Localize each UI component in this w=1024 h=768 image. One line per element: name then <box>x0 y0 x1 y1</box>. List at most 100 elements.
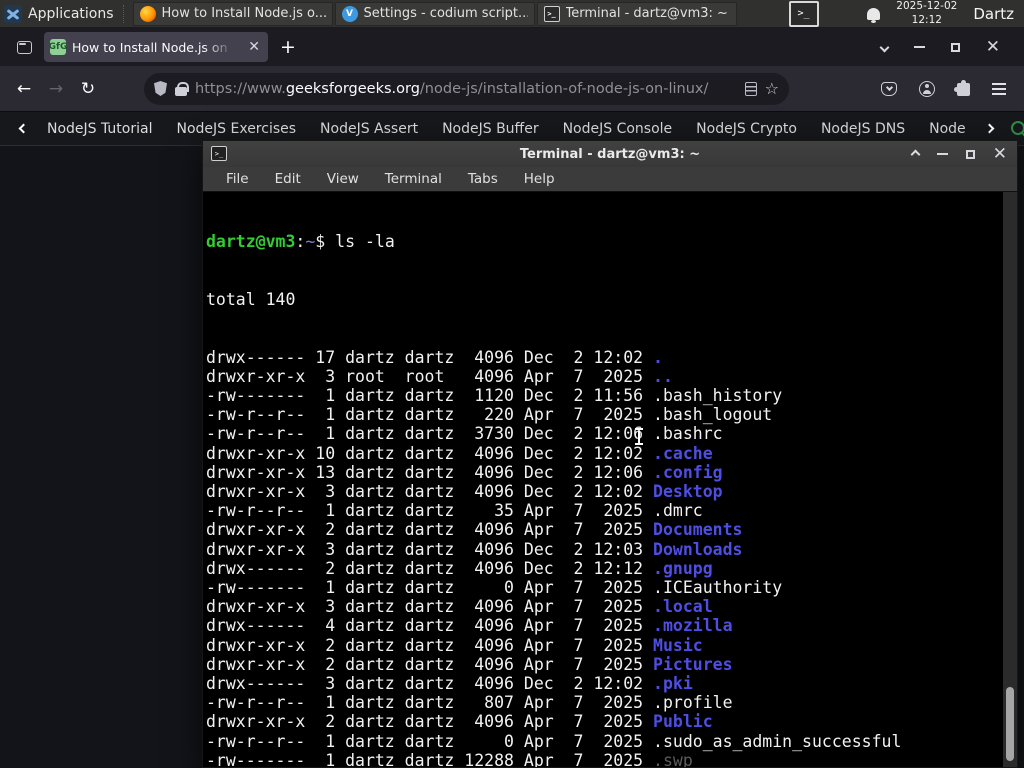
tracking-protection-shield-icon[interactable] <box>154 81 167 96</box>
terminal-filename: .ICEauthority <box>653 578 783 598</box>
terminal-menubar: File Edit View Terminal Tabs Help <box>203 167 1017 192</box>
tab-close-icon[interactable]: ✕ <box>246 39 262 55</box>
close-icon[interactable]: ✕ <box>986 38 1000 56</box>
browser-tab-active[interactable]: GfG How to Install Node.js on ✕ <box>44 32 268 62</box>
extensions-icon[interactable] <box>954 80 970 96</box>
terminal-output[interactable]: dartz@vm3:~$ ls -la total 140 drwx------… <box>203 192 1017 767</box>
account-icon[interactable] <box>919 80 935 97</box>
terminal-line-columns: drwx------ 3 dartz dartz 4096 Dec 2 12:0… <box>206 674 654 694</box>
subnav-item[interactable]: NodeJS Assert <box>308 121 430 137</box>
list-all-tabs-icon[interactable] <box>879 42 890 52</box>
panel-window-button-codium[interactable]: V Settings - codium script... <box>334 1 535 26</box>
terminal-filename: Downloads <box>653 539 743 559</box>
terminal-filename: .mozilla <box>653 616 733 636</box>
terminal-menu-terminal[interactable]: Terminal <box>372 171 455 187</box>
terminal-prompt-line: dartz@vm3:~$ ls -la <box>206 232 1001 251</box>
terminal-menu-tabs[interactable]: Tabs <box>455 171 511 187</box>
terminal-titlebar[interactable]: >_ Terminal - dartz@vm3: ~ ✕ <box>203 141 1017 167</box>
subnav-item[interactable]: NodeJS Tutorial <box>35 121 164 137</box>
tab-bar: GfG How to Install Node.js on ✕ + ✕ <box>0 28 1024 66</box>
https-lock-icon[interactable] <box>175 81 189 96</box>
terminal-menu-file[interactable]: File <box>213 171 262 187</box>
pocket-icon[interactable] <box>881 81 897 96</box>
minimize-icon[interactable] <box>913 46 925 48</box>
pocket-chevron-icon <box>885 83 893 92</box>
terminal-line-columns: drwx------ 17 dartz dartz 4096 Dec 2 12:… <box>206 347 654 367</box>
panel-window-button-terminal[interactable]: >_ Terminal - dartz@vm3: ~ <box>536 1 737 26</box>
terminal-line: drwxr-xr-x 3 dartz dartz 4096 Apr 7 2025… <box>206 597 1001 616</box>
panel-window-button-label: How to Install Node.js o... <box>161 6 326 21</box>
menu-hamburger-icon[interactable] <box>992 82 1006 95</box>
new-tab-button[interactable]: + <box>280 36 296 58</box>
terminal-line-columns: -rw-r--r-- 1 dartz dartz 220 Apr 7 2025 <box>206 405 654 425</box>
applications-label: Applications <box>28 5 114 22</box>
terminal-line-columns: drwxr-xr-x 2 dartz dartz 4096 Apr 7 2025 <box>206 654 654 674</box>
terminal-scrollbar-thumb[interactable] <box>1006 687 1014 761</box>
firefox-view-button[interactable] <box>10 34 38 60</box>
url-text[interactable]: https://www.geeksforgeeks.org/node-js/in… <box>195 81 737 97</box>
reload-button[interactable]: ↻ <box>72 73 104 105</box>
terminal-filename: .bash_logout <box>653 405 773 425</box>
url-bar[interactable]: https://www.geeksforgeeks.org/node-js/in… <box>144 72 789 105</box>
terminal-line: -rw-r--r-- 1 dartz dartz 0 Apr 7 2025 .s… <box>206 732 1001 751</box>
shade-icon[interactable] <box>910 149 921 159</box>
terminal-scrollbar[interactable] <box>1003 192 1017 767</box>
subnav-item[interactable]: NodeJS DNS <box>809 121 917 137</box>
url-scheme: https://www. <box>195 80 286 97</box>
panel-terminal-launcher-icon[interactable]: >_ <box>788 0 819 27</box>
terminal-menu-edit[interactable]: Edit <box>262 171 314 187</box>
terminal-line-columns: -rw-r--r-- 1 dartz dartz 35 Apr 7 2025 <box>206 501 654 521</box>
tab-title: How to Install Node.js on <box>72 39 228 55</box>
terminal-line: drwxr-xr-x 2 dartz dartz 4096 Apr 7 2025… <box>206 636 1001 655</box>
applications-menu-button[interactable]: Applications <box>0 0 120 27</box>
subnav-item[interactable]: Node <box>917 121 978 137</box>
terminal-line: -rw-r--r-- 1 dartz dartz 807 Apr 7 2025 … <box>206 693 1001 712</box>
close-icon[interactable]: ✕ <box>993 145 1007 163</box>
prompt-command: $ ls -la <box>315 232 395 252</box>
nav-scroll-left-button[interactable] <box>12 123 35 134</box>
terminal-line-columns: -rw------- 1 dartz dartz 0 Apr 7 2025 <box>206 578 654 598</box>
panel-username[interactable]: Dartz <box>973 5 1014 23</box>
minimize-icon[interactable] <box>936 153 948 155</box>
terminal-line: drwx------ 2 dartz dartz 4096 Dec 2 12:1… <box>206 559 1001 578</box>
terminal-line: drwxr-xr-x 13 dartz dartz 4096 Dec 2 12:… <box>206 463 1001 482</box>
firefox-icon <box>139 5 156 22</box>
terminal-menu-help[interactable]: Help <box>511 171 568 187</box>
terminal-line-columns: -rw-r--r-- 1 dartz dartz 0 Apr 7 2025 <box>206 731 654 751</box>
panel-clock[interactable]: 2025-12-02 12:12 <box>896 0 957 26</box>
terminal-line: drwx------ 3 dartz dartz 4096 Dec 2 12:0… <box>206 674 1001 693</box>
terminal-menu-view[interactable]: View <box>314 171 372 187</box>
terminal-window: >_ Terminal - dartz@vm3: ~ ✕ File Edit Vie… <box>202 140 1018 768</box>
terminal-filename: .sudo_as_admin_successful <box>653 731 902 751</box>
terminal-listing: drwx------ 17 dartz dartz 4096 Dec 2 12:… <box>206 348 1001 767</box>
maximize-icon[interactable] <box>965 149 975 159</box>
notification-bell-icon[interactable] <box>867 7 881 23</box>
subnav-item[interactable]: NodeJS Exercises <box>164 121 308 137</box>
bookmark-star-icon[interactable]: ☆ <box>765 79 779 98</box>
terminal-filename: .swp <box>653 750 693 767</box>
terminal-icon: >_ <box>543 5 560 22</box>
panel-window-button-label: Settings - codium script... <box>363 6 528 21</box>
top-panel: Applications How to Install Node.js o...… <box>0 0 1024 28</box>
subnav-item[interactable]: NodeJS Crypto <box>684 121 809 137</box>
terminal-line: drwxr-xr-x 2 dartz dartz 4096 Apr 7 2025… <box>206 520 1001 539</box>
terminal-line-columns: drwxr-xr-x 3 dartz dartz 4096 Dec 2 12:0… <box>206 482 654 502</box>
nav-scroll-right-button[interactable] <box>978 123 1001 134</box>
subnav-item[interactable]: NodeJS Console <box>551 121 685 137</box>
toolbar-right-icons <box>881 80 1016 97</box>
terminal-line-columns: drwxr-xr-x 2 dartz dartz 4096 Apr 7 2025 <box>206 520 654 540</box>
terminal-title: Terminal - dartz@vm3: ~ <box>519 146 701 162</box>
back-button[interactable]: ← <box>8 73 40 105</box>
terminal-line-columns: -rw------- 1 dartz dartz 12288 Apr 7 202… <box>206 750 654 767</box>
terminal-filename: .gnupg <box>653 558 713 578</box>
forward-button[interactable]: → <box>40 73 72 105</box>
panel-status-area: 2025-12-02 12:12 Dartz <box>867 0 1024 26</box>
clock-time: 12:12 <box>911 13 942 26</box>
panel-window-button-firefox[interactable]: How to Install Node.js o... <box>132 1 333 26</box>
subnav-item[interactable]: NodeJS Buffer <box>430 121 551 137</box>
terminal-line-columns: drwx------ 2 dartz dartz 4096 Dec 2 12:1… <box>206 558 654 578</box>
terminal-line-columns: drwxr-xr-x 2 dartz dartz 4096 Apr 7 2025 <box>206 635 654 655</box>
reader-mode-icon[interactable] <box>744 81 757 96</box>
firefox-view-icon <box>16 40 32 54</box>
maximize-icon[interactable] <box>950 42 960 52</box>
